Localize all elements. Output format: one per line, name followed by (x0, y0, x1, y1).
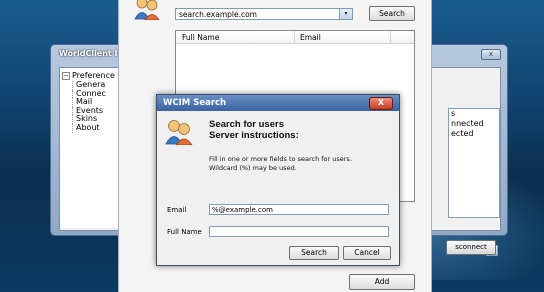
users-icon (134, 0, 160, 20)
results-header: Full Name Email (176, 31, 414, 44)
tree-root-label: Preference (72, 71, 115, 80)
add-button[interactable]: Add (349, 274, 415, 290)
status-item: s (451, 109, 456, 118)
email-label: Email (167, 206, 187, 214)
email-field[interactable]: %@example.com (209, 204, 389, 215)
column-header-full-name[interactable]: Full Name (182, 33, 219, 42)
instructions-text: Fill in one or more fields to search for… (209, 155, 352, 173)
messenger-close-button[interactable]: x (481, 49, 501, 60)
disconnect-button[interactable]: sconnect (446, 240, 496, 255)
full-name-label: Full Name (167, 228, 202, 236)
server-select[interactable]: search.example.com ▾ (175, 8, 353, 20)
users-icon (165, 120, 193, 145)
collapse-icon[interactable]: − (62, 71, 70, 80)
dropdown-arrow-icon[interactable]: ▾ (339, 9, 352, 19)
connection-status-list: s nnected ected (448, 108, 500, 218)
preferences-tree: − Preference Genera Connec Mail Events S… (60, 68, 120, 228)
tree-item-about[interactable]: About (72, 123, 117, 133)
server-select-value: search.example.com (179, 10, 257, 19)
tree-root[interactable]: − Preference (62, 71, 117, 80)
dialog-cancel-button[interactable]: Cancel (343, 246, 391, 260)
heading-line-2: Server instructions: (209, 130, 299, 141)
messenger-window-title: WorldClient I (59, 49, 118, 58)
wcim-search-dialog: WCIM Search X Search for users Server in… (156, 94, 400, 266)
dialog-close-button[interactable]: X (369, 97, 393, 110)
full-name-field[interactable] (209, 226, 389, 237)
dialog-heading: Search for users Server instructions: (209, 119, 299, 141)
column-header-email[interactable]: Email (300, 33, 321, 42)
status-item: nnected (451, 119, 484, 128)
heading-line-1: Search for users (209, 119, 284, 130)
instruction-line-1: Fill in one or more fields to search for… (209, 155, 352, 163)
dialog-search-button[interactable]: Search (289, 246, 339, 260)
search-window-search-button[interactable]: Search (369, 6, 415, 21)
dialog-title: WCIM Search (157, 95, 399, 111)
status-item: ected (451, 129, 474, 138)
instruction-line-2: Wildcard (%) may be used. (209, 164, 297, 172)
